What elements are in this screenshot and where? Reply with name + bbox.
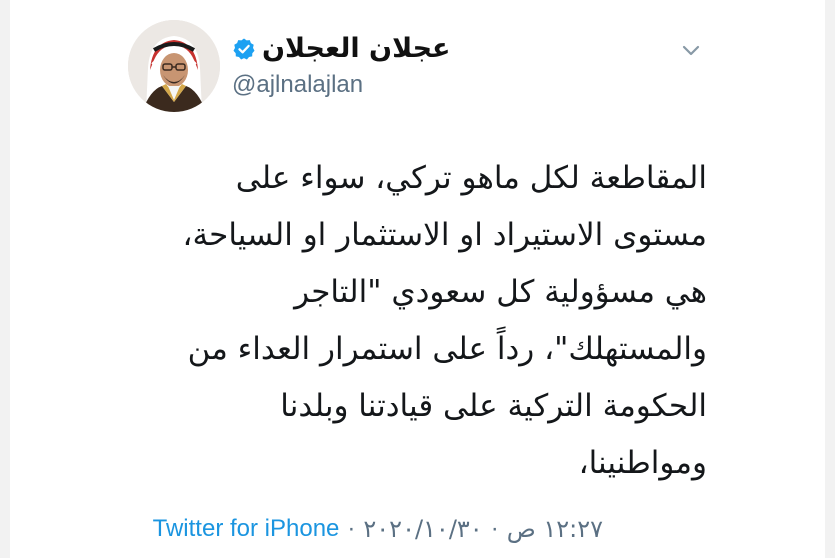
- left-edge-shadow: [0, 0, 10, 558]
- chevron-down-icon[interactable]: [676, 36, 706, 66]
- tweet-text-line: ومواطنينا،: [578, 445, 707, 481]
- tweet-text-line: والمستهلك"، رداً على استمرار العداء من: [187, 331, 707, 367]
- author-name-row[interactable]: عجلان العجلان: [232, 30, 451, 68]
- right-edge-shadow: [825, 0, 835, 558]
- tweet-time[interactable]: ١٢:٢٧ ص: [507, 512, 603, 546]
- meta-separator: ·: [490, 515, 499, 542]
- author-handle[interactable]: @ajlnalajlan: [232, 68, 363, 102]
- avatar[interactable]: [128, 20, 220, 112]
- tweet-text: المقاطعة لكل ماهو تركي، سواء على مستوى ا…: [107, 150, 707, 492]
- author-display-name[interactable]: عجلان العجلان: [262, 30, 451, 68]
- tweet-text-line: الحكومة التركية على قيادتنا وبلدنا: [280, 388, 707, 424]
- tweet-date[interactable]: ٢٠٢٠/١٠/٣٠: [363, 512, 482, 546]
- tweet-text-line: هي مسؤولية كل سعودي "التاجر: [294, 274, 707, 310]
- tweet-source-link[interactable]: Twitter for iPhone: [153, 512, 340, 546]
- tweet-text-line: المقاطعة لكل ماهو تركي، سواء على: [235, 160, 707, 196]
- tweet-meta: Twitter for iPhone · ٢٠٢٠/١٠/٣٠ · ١٢:٢٧ …: [153, 512, 603, 546]
- meta-separator: ·: [347, 515, 356, 542]
- tweet-text-line: مستوى الاستيراد او الاستثمار او السياحة،: [182, 217, 707, 253]
- verified-badge-icon: [232, 37, 256, 61]
- tweet-card: عجلان العجلان @ajlnalajlan المقاطعة لكل …: [0, 0, 835, 558]
